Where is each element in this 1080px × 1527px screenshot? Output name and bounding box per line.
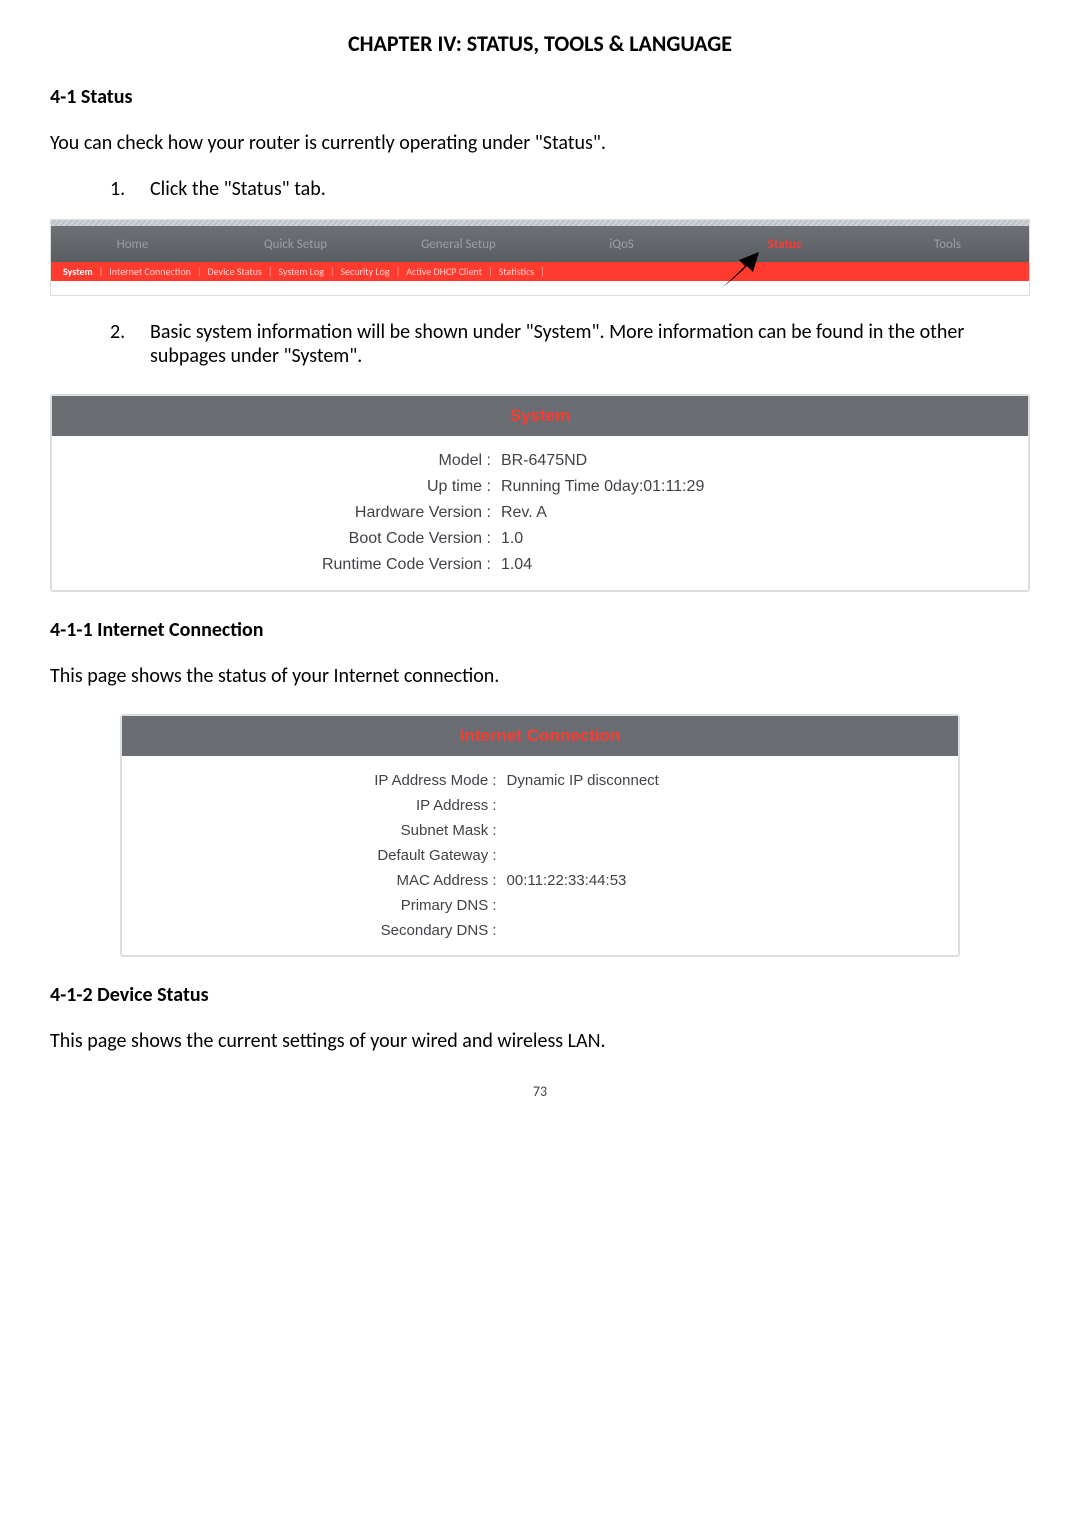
internet-connection-panel: Internet Connection IP Address Mode : Dy… xyxy=(120,714,960,957)
subnav-system[interactable]: System xyxy=(63,265,93,278)
kv-value xyxy=(507,922,958,939)
system-panel-title: System xyxy=(52,396,1028,436)
kv-label: Boot Code Version : xyxy=(52,530,501,548)
arrow-pointer-icon xyxy=(719,252,759,290)
section-4-1-2-heading: 4-1-2 Device Status xyxy=(50,983,1030,1007)
kv-label: MAC Address : xyxy=(122,872,507,889)
kv-label: Up time : xyxy=(52,478,501,496)
kv-value: Running Time 0day:01:11:29 xyxy=(501,478,1028,496)
kv-label: Default Gateway : xyxy=(122,847,507,864)
subnav-sep: | xyxy=(268,265,273,278)
internet-row-ip-mode: IP Address Mode : Dynamic IP disconnect xyxy=(122,768,958,793)
page-number: 73 xyxy=(50,1083,1030,1100)
subnav-sep: | xyxy=(197,265,202,278)
step-text: Click the "Status" tab. xyxy=(150,177,1030,201)
kv-value xyxy=(507,797,958,814)
nav-tab-tools[interactable]: Tools xyxy=(866,237,1029,252)
kv-label: Secondary DNS : xyxy=(122,922,507,939)
subnav-sep: | xyxy=(99,265,104,278)
system-row-boot-version: Boot Code Version : 1.0 xyxy=(52,526,1028,552)
nav-spacer xyxy=(51,281,1029,295)
step-1: 1. Click the "Status" tab. xyxy=(50,177,1030,201)
internet-panel-body: IP Address Mode : Dynamic IP disconnect … xyxy=(122,756,958,955)
section-4-1-1-heading: 4-1-1 Internet Connection xyxy=(50,618,1030,642)
kv-value: 00:11:22:33:44:53 xyxy=(507,872,958,889)
kv-value: 1.0 xyxy=(501,530,1028,548)
kv-value: Rev. A xyxy=(501,504,1028,522)
internet-row-secondary-dns: Secondary DNS : xyxy=(122,918,958,943)
subnav-sep: | xyxy=(330,265,335,278)
kv-label: Model : xyxy=(52,452,501,470)
subnav-internet-connection[interactable]: Internet Connection xyxy=(109,265,191,278)
system-row-model: Model : BR-6475ND xyxy=(52,448,1028,474)
internet-row-subnet-mask: Subnet Mask : xyxy=(122,818,958,843)
kv-label: IP Address : xyxy=(122,797,507,814)
kv-value: 1.04 xyxy=(501,556,1028,574)
step-2: 2. Basic system information will be show… xyxy=(50,320,1030,368)
nav-tab-status[interactable]: Status xyxy=(703,237,866,252)
section-4-1-intro: You can check how your router is current… xyxy=(50,131,1030,155)
system-row-hw-version: Hardware Version : Rev. A xyxy=(52,500,1028,526)
kv-label: IP Address Mode : xyxy=(122,772,507,789)
internet-panel-title: Internet Connection xyxy=(122,716,958,756)
system-panel-body: Model : BR-6475ND Up time : Running Time… xyxy=(52,436,1028,590)
nav-tab-home[interactable]: Home xyxy=(51,237,214,252)
section-4-1-heading: 4-1 Status xyxy=(50,85,1030,109)
section-4-1-2-intro: This page shows the current settings of … xyxy=(50,1029,1030,1053)
subnav-statistics[interactable]: Statistics xyxy=(499,265,535,278)
router-nav-screenshot: Home Quick Setup General Setup iQoS Stat… xyxy=(50,219,1030,296)
nav-tab-general-setup[interactable]: General Setup xyxy=(377,237,540,252)
nav-tab-quick-setup[interactable]: Quick Setup xyxy=(214,237,377,252)
kv-value xyxy=(507,847,958,864)
kv-value: BR-6475ND xyxy=(501,452,1028,470)
subnav-system-log[interactable]: System Log xyxy=(278,265,323,278)
section-4-1-1-intro: This page shows the status of your Inter… xyxy=(50,664,1030,688)
kv-value: Dynamic IP disconnect xyxy=(507,772,958,789)
system-row-runtime-version: Runtime Code Version : 1.04 xyxy=(52,552,1028,578)
nav-tab-iqos[interactable]: iQoS xyxy=(540,237,703,252)
kv-value xyxy=(507,897,958,914)
subnav-sep: | xyxy=(396,265,401,278)
kv-label: Runtime Code Version : xyxy=(52,556,501,574)
kv-label: Hardware Version : xyxy=(52,504,501,522)
internet-row-primary-dns: Primary DNS : xyxy=(122,893,958,918)
system-row-uptime: Up time : Running Time 0day:01:11:29 xyxy=(52,474,1028,500)
subnav-sep: | xyxy=(488,265,493,278)
step-number: 1. xyxy=(110,177,150,201)
subnav-security-log[interactable]: Security Log xyxy=(340,265,389,278)
subnav-device-status[interactable]: Device Status xyxy=(207,265,261,278)
subnav-active-dhcp-client[interactable]: Active DHCP Client xyxy=(406,265,482,278)
kv-label: Primary DNS : xyxy=(122,897,507,914)
internet-row-ip-address: IP Address : xyxy=(122,793,958,818)
kv-value xyxy=(507,822,958,839)
chapter-title: CHAPTER IV: STATUS, TOOLS & LANGUAGE xyxy=(50,30,1030,57)
sub-nav-bar: System | Internet Connection | Device St… xyxy=(51,262,1029,281)
internet-row-mac-address: MAC Address : 00:11:22:33:44:53 xyxy=(122,868,958,893)
step-number: 2. xyxy=(110,320,150,368)
subnav-sep: | xyxy=(540,265,545,278)
system-panel: System Model : BR-6475ND Up time : Runni… xyxy=(50,394,1030,592)
nav-tabs: Home Quick Setup General Setup iQoS Stat… xyxy=(51,226,1029,262)
kv-label: Subnet Mask : xyxy=(122,822,507,839)
internet-row-default-gateway: Default Gateway : xyxy=(122,843,958,868)
step-text: Basic system information will be shown u… xyxy=(150,320,1030,368)
